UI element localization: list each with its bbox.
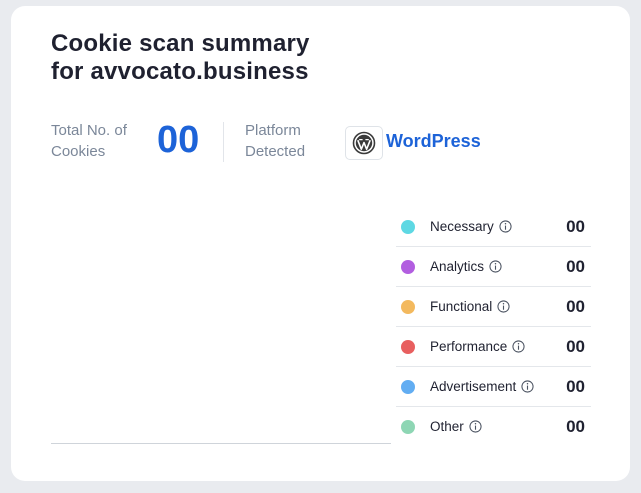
category-count: 00 — [566, 257, 585, 276]
category-count: 00 — [566, 337, 585, 356]
category-row-functional: Functional 00 — [396, 287, 591, 327]
category-count: 00 — [566, 297, 585, 316]
category-label: Functional — [430, 299, 493, 314]
info-icon[interactable] — [497, 300, 510, 313]
info-icon[interactable] — [469, 420, 482, 433]
category-label: Analytics — [430, 259, 485, 274]
info-icon[interactable] — [521, 380, 534, 393]
analytics-color-dot — [401, 259, 415, 274]
category-row-analytics: Analytics 00 — [396, 247, 591, 287]
platform-detected-label: Platform Detected — [245, 120, 305, 162]
category-label: Other — [430, 419, 464, 434]
category-label: Performance — [430, 339, 508, 354]
platform-label-line-1: Platform — [245, 122, 301, 139]
total-cookies-label: Total No. of Cookies — [51, 120, 127, 162]
platform-name: WordPress — [386, 131, 481, 151]
title-line-1: Cookie scan summary — [51, 30, 310, 57]
category-count: 00 — [566, 217, 585, 236]
other-color-dot — [401, 419, 415, 434]
title-line-2: for avvocato.business — [51, 58, 309, 85]
wordpress-logo-icon — [345, 126, 383, 160]
chart-baseline — [51, 443, 391, 444]
info-icon[interactable] — [512, 340, 525, 353]
performance-color-dot — [401, 339, 415, 354]
info-icon[interactable] — [489, 260, 502, 273]
functional-color-dot — [401, 299, 415, 314]
total-cookies-label-line-2: Cookies — [51, 143, 106, 160]
category-label: Advertisement — [430, 379, 517, 394]
page-title: Cookie scan summary for avvocato.busines… — [51, 30, 310, 86]
necessary-color-dot — [401, 219, 415, 234]
category-count: 00 — [566, 377, 585, 396]
cookie-category-list: Necessary 00 Analytics 00 Functional 00 … — [396, 207, 591, 446]
category-label: Necessary — [430, 219, 494, 234]
category-row-advertisement: Advertisement 00 — [396, 367, 591, 407]
category-count: 00 — [566, 417, 585, 436]
total-cookies-label-line-1: Total No. of — [51, 122, 127, 139]
platform-label-line-2: Detected — [245, 143, 306, 160]
category-row-other: Other 00 — [396, 407, 591, 446]
category-row-necessary: Necessary 00 — [396, 207, 591, 247]
category-row-performance: Performance 00 — [396, 327, 591, 367]
advertisement-color-dot — [401, 379, 415, 394]
stats-divider — [223, 122, 224, 162]
cookie-scan-summary-card: Cookie scan summary for avvocato.busines… — [11, 6, 630, 481]
info-icon[interactable] — [499, 220, 512, 233]
total-cookies-count: 00 — [157, 119, 200, 161]
